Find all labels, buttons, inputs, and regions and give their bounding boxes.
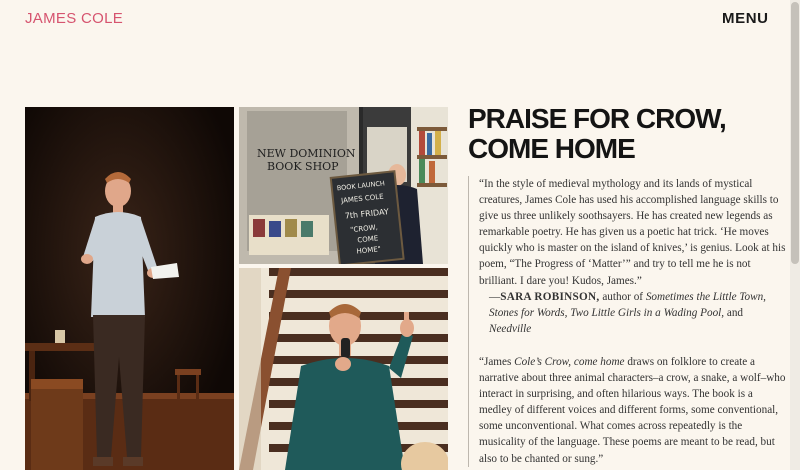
quote-author: SARA ROBINSON, [500, 290, 600, 303]
site-header: JAMES COLE MENU [0, 0, 790, 48]
site-brand-link[interactable]: JAMES COLE [25, 10, 123, 27]
attr-prefix: author of [599, 290, 646, 303]
praise-title: PRAISE FOR CROW, COME HOME [468, 103, 727, 164]
attr-last-work: Needville [489, 322, 532, 335]
quote-title-italic: Cole’s Crow, come home [514, 355, 625, 368]
shop-name-line1: NEW DOMINION [257, 147, 356, 160]
praise-quotes: “In the style of medieval mythology and … [468, 176, 786, 467]
quote-text-c: draws on folklore to create a narrative … [479, 355, 786, 465]
quote-attribution: —SARA ROBINSON, author of Sometimes the … [489, 290, 766, 335]
page-scrollbar[interactable] [790, 0, 800, 470]
quote-second: “James Cole’s Crow, come home draws on f… [479, 354, 786, 467]
quote-text: “James Cole’s Crow, come home draws on f… [479, 354, 786, 467]
menu-button[interactable]: MENU [722, 10, 769, 27]
shop-name-line2: BOOK SHOP [267, 160, 339, 173]
book-shop-photo: NEW DOMINION BOOK SHOP BOOK LAUNCH JAMES… [239, 107, 448, 264]
scrollbar-thumb[interactable] [791, 2, 799, 264]
quote-text-a: “James [479, 355, 515, 368]
quote-robinson: “In the style of medieval mythology and … [479, 176, 786, 337]
microphone-singer-photo [239, 268, 448, 470]
attr-and: and [724, 306, 744, 319]
stage-reading-photo [25, 107, 234, 470]
quote-text: “In the style of medieval mythology and … [479, 178, 786, 287]
